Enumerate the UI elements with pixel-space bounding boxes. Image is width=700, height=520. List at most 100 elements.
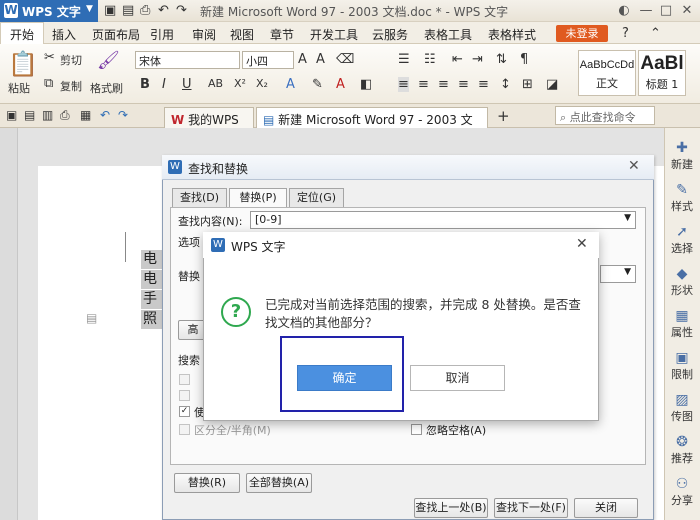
option-checkbox[interactable] — [179, 374, 190, 385]
open-icon[interactable]: ▤ — [122, 3, 134, 18]
menu-tab-table-style[interactable]: 表格样式 — [488, 26, 536, 43]
menu-tab-cloud[interactable]: 云服务 — [372, 26, 408, 43]
menu-tab-view[interactable]: 视图 — [230, 26, 254, 43]
style-card-heading1[interactable]: AaBl 标题 1 — [638, 50, 686, 96]
close-icon[interactable]: ✕ — [628, 158, 640, 174]
modal-titlebar[interactable]: W WPS 文字 ✕ — [203, 232, 599, 258]
save-icon[interactable]: ▤ — [24, 108, 35, 122]
undo-icon[interactable]: ↶ — [158, 3, 169, 18]
close-icon[interactable]: ✕ — [576, 236, 588, 252]
align-left-icon[interactable]: ≡ — [398, 77, 409, 92]
numbering-icon[interactable]: ☷ — [424, 52, 436, 67]
bold-icon[interactable]: B — [140, 77, 150, 92]
show-marks-icon[interactable]: ¶ — [520, 52, 528, 67]
replace-with-input[interactable]: ▼ — [600, 265, 636, 283]
copy-label[interactable]: 复制 — [60, 78, 82, 94]
menu-tab-page-layout[interactable]: 页面布局 — [92, 26, 140, 43]
close-window-button[interactable]: ✕ — [677, 2, 697, 20]
skin-icon[interactable]: ◐ — [614, 2, 634, 20]
wildcard-checkbox[interactable]: ✓ — [179, 406, 190, 417]
distribute-icon[interactable]: ≡ — [478, 77, 489, 92]
side-item-recommend[interactable]: ❂ 推荐 — [664, 434, 700, 466]
italic-icon[interactable]: I — [162, 77, 166, 92]
tab-replace[interactable]: 替换(P) — [229, 188, 287, 208]
menu-tab-section[interactable]: 章节 — [270, 26, 294, 43]
highlight-icon[interactable]: ✎ — [312, 77, 323, 92]
find-replace-titlebar[interactable]: W 查找和替换 ✕ — [162, 155, 654, 180]
font-size-select[interactable]: 小四 — [242, 51, 294, 69]
menu-tab-insert[interactable]: 插入 — [52, 26, 76, 43]
side-item-restrict[interactable]: ▣ 限制 — [664, 350, 700, 382]
increase-indent-icon[interactable]: ⇥ — [472, 52, 483, 67]
scissors-icon[interactable]: ✂ — [44, 50, 55, 65]
find-content-input[interactable]: [0-9] ▼ — [250, 211, 636, 229]
save-icon[interactable]: ▣ — [104, 3, 116, 18]
clear-format-icon[interactable]: ⌫ — [336, 52, 354, 67]
tab-goto[interactable]: 定位(G) — [289, 188, 344, 208]
chevron-up-icon[interactable]: ⌃ — [650, 26, 661, 41]
align-right-icon[interactable]: ≡ — [438, 77, 449, 92]
side-item-new[interactable]: ✚ 新建 — [664, 140, 700, 172]
side-item-shape[interactable]: ◆ 形状 — [664, 266, 700, 298]
replace-button[interactable]: 替换(R) — [174, 473, 240, 493]
side-item-style[interactable]: ✎ 样式 — [664, 182, 700, 214]
cancel-button[interactable]: 取消 — [410, 365, 505, 391]
side-item-upload-image[interactable]: ▨ 传图 — [664, 392, 700, 424]
minimize-button[interactable]: — — [636, 2, 656, 20]
strikethrough-icon[interactable]: AB — [208, 77, 223, 90]
close-dialog-button[interactable]: 关闭 — [574, 498, 638, 518]
paste-icon[interactable]: 📋 — [8, 50, 38, 78]
redo-icon[interactable]: ↷ — [176, 3, 187, 18]
maximize-button[interactable]: □ — [656, 2, 676, 20]
char-shading-icon[interactable]: ◧ — [360, 77, 372, 92]
ignore-space-checkbox[interactable] — [411, 424, 422, 435]
subscript-icon[interactable]: X₂ — [256, 77, 268, 90]
decrease-indent-icon[interactable]: ⇤ — [452, 52, 463, 67]
shading-icon[interactable]: ◪ — [546, 77, 558, 92]
style-card-normal[interactable]: AaBbCcDd 正文 — [578, 50, 636, 96]
redo-icon[interactable]: ↷ — [118, 108, 128, 122]
menu-tab-table-tools[interactable]: 表格工具 — [424, 26, 472, 43]
halfwidth-checkbox[interactable] — [179, 424, 190, 435]
grow-font-icon[interactable]: A — [298, 52, 307, 67]
paste-label[interactable]: 粘贴 — [8, 80, 30, 96]
preview-icon[interactable]: ▦ — [80, 108, 91, 122]
cut-label[interactable]: 剪切 — [60, 52, 82, 68]
paragraph-handle-icon[interactable]: ▤ — [86, 311, 97, 325]
font-name-select[interactable]: 宋体 — [135, 51, 240, 69]
tab-document[interactable]: ▤ 新建 Microsoft Word 97 - 2003 文档 * — [256, 107, 488, 144]
ok-button[interactable]: 确定 — [297, 365, 392, 391]
login-button[interactable]: 未登录 — [556, 25, 608, 42]
side-item-properties[interactable]: ▦ 属性 — [664, 308, 700, 340]
print-icon[interactable]: ⎙ — [60, 108, 70, 123]
new-tab-icon[interactable]: + — [497, 107, 510, 125]
align-center-icon[interactable]: ≡ — [418, 77, 429, 92]
command-search-input[interactable]: ⌕ 点此查找命令 — [555, 106, 655, 125]
font-color-icon[interactable]: A — [336, 77, 345, 92]
text-effect-icon[interactable]: A — [286, 77, 295, 92]
borders-icon[interactable]: ⊞ — [522, 77, 533, 92]
export-icon[interactable]: ▥ — [42, 108, 53, 122]
format-painter-label[interactable]: 格式刷 — [90, 80, 123, 96]
print-icon[interactable]: ⎙ — [140, 3, 150, 18]
bullets-icon[interactable]: ☰ — [398, 52, 410, 67]
find-next-button[interactable]: 查找下一处(F) — [494, 498, 568, 518]
help-icon[interactable]: ? — [622, 26, 629, 41]
undo-icon[interactable]: ↶ — [100, 108, 110, 122]
sort-icon[interactable]: ⇅ — [496, 52, 507, 67]
tab-find[interactable]: 查找(D) — [172, 188, 227, 208]
superscript-icon[interactable]: X² — [234, 77, 246, 90]
wps-app-menu-button[interactable]: W WPS 文字 ▼ — [0, 0, 98, 22]
justify-icon[interactable]: ≡ — [458, 77, 469, 92]
side-item-select[interactable]: ➚ 选择 — [664, 224, 700, 256]
menu-tab-references[interactable]: 引用 — [150, 26, 174, 43]
line-spacing-icon[interactable]: ↕ — [500, 77, 511, 92]
replace-all-button[interactable]: 全部替换(A) — [246, 473, 312, 493]
format-painter-icon[interactable]: 🖌 — [97, 50, 120, 71]
option-checkbox[interactable] — [179, 390, 190, 401]
menu-tab-developer[interactable]: 开发工具 — [310, 26, 358, 43]
copy-icon[interactable]: ⧉ — [44, 76, 53, 91]
menu-tab-start[interactable]: 开始 — [10, 26, 34, 43]
tab-my-wps[interactable]: W 我的WPS — [164, 107, 254, 128]
find-previous-button[interactable]: 查找上一处(B) — [414, 498, 488, 518]
